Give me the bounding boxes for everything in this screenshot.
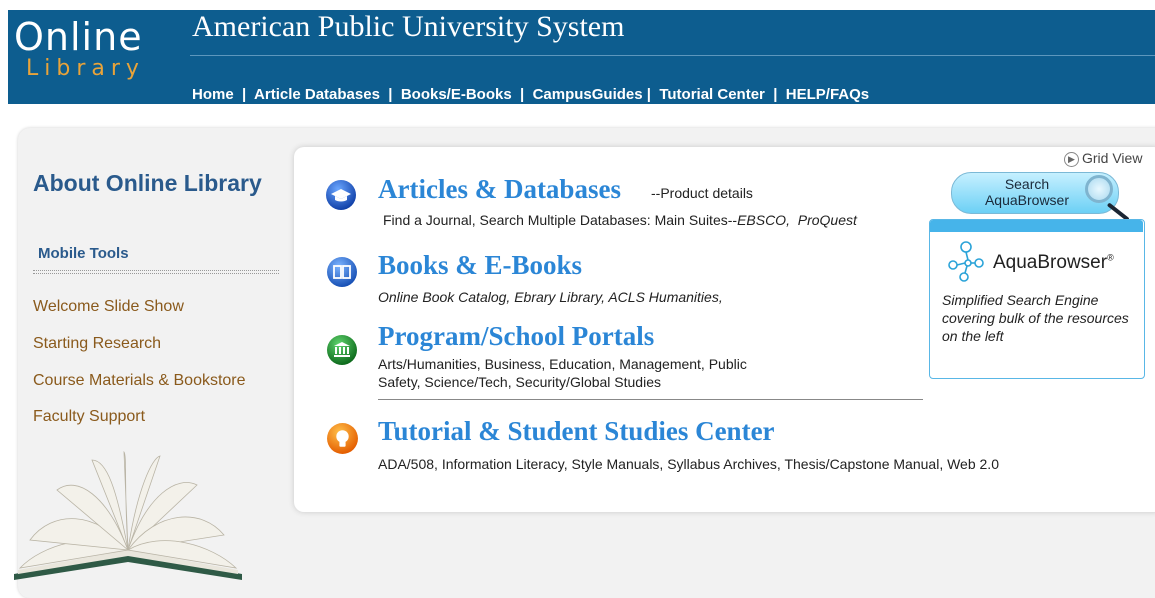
top-navigation: Home | Article Databases | Books/E-Books… <box>192 87 869 102</box>
logo-library-text[interactable]: Library <box>26 58 145 80</box>
nav-tutorial-center[interactable]: Tutorial Center <box>659 86 765 103</box>
nav-home[interactable]: Home <box>192 86 234 103</box>
nav-article-databases[interactable]: Article Databases <box>254 86 380 103</box>
book-icon <box>327 257 357 287</box>
aquabrowser-logo-text[interactable]: AquaBrowser® <box>993 253 1114 272</box>
building-icon <box>327 335 357 365</box>
dotted-divider <box>33 270 279 274</box>
search-label-line-1: Search <box>1004 176 1050 192</box>
nav-separator: | <box>237 86 251 103</box>
tutorial-center-description: ADA/508, Information Literacy, Style Man… <box>378 456 999 472</box>
section-divider <box>378 399 923 400</box>
product-details-link[interactable]: --Product details <box>651 186 753 200</box>
sidebar-link-course-materials[interactable]: Course Materials & Bookstore <box>33 373 246 389</box>
search-label-line-2: AquaBrowser <box>984 192 1070 208</box>
books-ebooks-link[interactable]: Books & E-Books <box>378 252 582 279</box>
articles-databases-description: Find a Journal, Search Multiple Database… <box>383 211 857 229</box>
tutorial-student-studies-link[interactable]: Tutorial & Student Studies Center <box>378 418 775 445</box>
articles-desc-text: Find a Journal, Search Multiple Database… <box>383 212 738 228</box>
mobile-tools-link[interactable]: Mobile Tools <box>38 246 129 261</box>
about-online-library-heading[interactable]: About Online Library <box>33 172 262 195</box>
nav-books-ebooks[interactable]: Books/E-Books <box>401 86 512 103</box>
header-divider <box>190 55 1155 56</box>
nav-help-faqs[interactable]: HELP/FAQs <box>786 86 869 103</box>
sidebar-link-starting-research[interactable]: Starting Research <box>33 336 161 352</box>
aquabrowser-description: Simplified Search Engine covering bulk o… <box>942 292 1129 344</box>
nav-separator: | <box>515 86 529 103</box>
mortarboard-icon <box>326 180 356 210</box>
ebsco-text: EBSCO, <box>737 212 790 228</box>
program-portals-description-line-1: Arts/Humanities, Business, Education, Ma… <box>378 356 747 372</box>
logo-online-text[interactable]: Online <box>14 18 143 56</box>
nav-campusguides[interactable]: CampusGuides <box>533 86 643 103</box>
nav-separator: | <box>384 86 397 103</box>
grid-view-label: Grid View <box>1082 150 1143 166</box>
search-aquabrowser-label: Search AquaBrowser <box>972 176 1082 208</box>
program-school-portals-link[interactable]: Program/School Portals <box>378 323 654 350</box>
proquest-text: ProQuest <box>797 212 857 228</box>
articles-databases-link[interactable]: Articles & Databases <box>378 176 621 203</box>
nav-separator: | <box>646 86 656 103</box>
open-book-illustration <box>14 450 242 580</box>
sidebar-link-welcome-slide-show[interactable]: Welcome Slide Show <box>33 299 184 315</box>
grid-view-link[interactable]: ▶ Grid View <box>1064 151 1142 167</box>
lightbulb-icon <box>327 423 358 454</box>
registered-mark: ® <box>1107 252 1114 263</box>
aquabrowser-panel-header <box>930 220 1143 232</box>
aquabrowser-name: AquaBrowser <box>993 252 1108 273</box>
books-ebooks-description: Online Book Catalog, Ebrary Library, ACL… <box>378 289 723 305</box>
site-title: American Public University System <box>192 10 625 43</box>
play-circle-icon: ▶ <box>1064 151 1079 167</box>
sidebar-link-faculty-support[interactable]: Faculty Support <box>33 409 145 425</box>
nav-separator: | <box>769 86 782 103</box>
aquabrowser-logo-icon[interactable] <box>946 239 986 283</box>
program-portals-description-line-2: Safety, Science/Tech, Security/Global St… <box>378 374 661 390</box>
magnifier-icon <box>1085 175 1113 203</box>
